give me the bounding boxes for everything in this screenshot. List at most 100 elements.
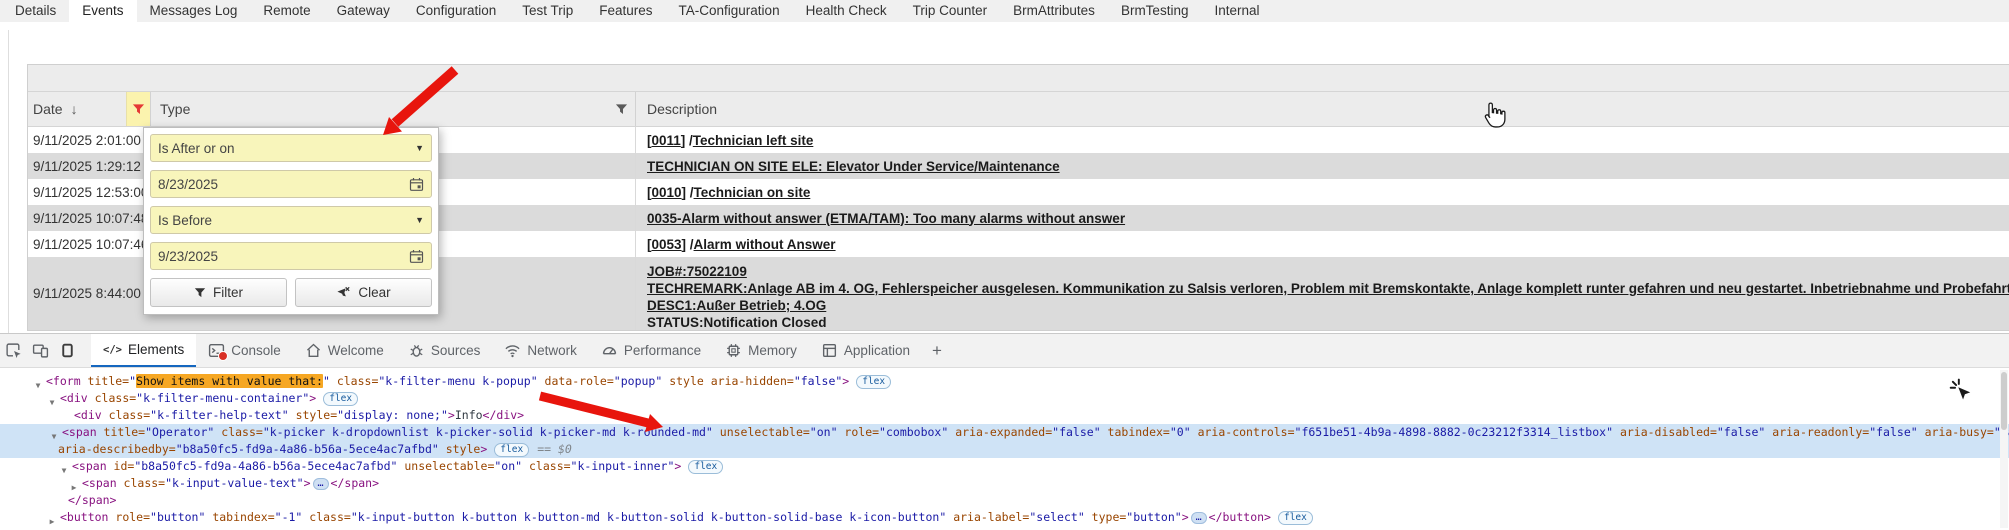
description-link[interactable]: 0035-Alarm without answer (ETMA/TAM): To… bbox=[647, 211, 1125, 226]
flex-badge[interactable]: flex bbox=[323, 392, 358, 406]
code-token: "f651be51-4b9a-4898-8882-0c23212f3314_li… bbox=[1295, 425, 1614, 439]
devtools-code-line[interactable]: ▼<form title="Show items with value that… bbox=[0, 373, 2009, 390]
console-icon bbox=[208, 342, 225, 359]
page-tab-trip-counter[interactable]: Trip Counter bbox=[900, 0, 1001, 22]
chevron-down-icon[interactable]: ▼ bbox=[415, 143, 424, 153]
description-link[interactable]: 0010 bbox=[652, 185, 682, 200]
page-tab-details[interactable]: Details bbox=[2, 0, 69, 22]
page-tab-gateway[interactable]: Gateway bbox=[324, 0, 403, 22]
code-token: class= bbox=[330, 374, 378, 388]
page-tab-configuration[interactable]: Configuration bbox=[403, 0, 509, 22]
calendar-icon[interactable] bbox=[409, 249, 424, 264]
devtools-code-line[interactable]: ▶<button role="button" tabindex="-1" cla… bbox=[0, 509, 2009, 526]
filter-button[interactable]: Filter bbox=[150, 278, 287, 307]
inline-expand-button[interactable]: … bbox=[1191, 512, 1207, 524]
device-emulation-icon[interactable] bbox=[27, 334, 54, 367]
description-link[interactable]: Technician left site bbox=[693, 133, 814, 148]
flex-badge[interactable]: flex bbox=[1278, 511, 1313, 525]
code-token: type= bbox=[1085, 510, 1127, 524]
description-link[interactable]: 0011 bbox=[652, 133, 681, 148]
devtools-code-line[interactable]: ▼<span title="Operator" class="k-picker … bbox=[0, 424, 2009, 441]
devtools-code-line[interactable]: </span> bbox=[0, 492, 2009, 509]
devtools-tab-sources[interactable]: Sources bbox=[396, 334, 493, 367]
devtools-tab-label: Application bbox=[844, 343, 910, 358]
calendar-icon[interactable] bbox=[409, 177, 424, 192]
page-tabstrip: DetailsEventsMessages LogRemoteGatewayCo… bbox=[0, 0, 2009, 22]
clear-button[interactable]: Clear bbox=[295, 278, 432, 307]
description-link[interactable]: 0053 bbox=[652, 237, 682, 252]
code-token: " bbox=[129, 374, 136, 388]
description-link[interactable]: Technician on site bbox=[694, 185, 811, 200]
flex-badge[interactable]: flex bbox=[688, 460, 723, 474]
description-link[interactable]: Alarm without Answer bbox=[694, 237, 836, 252]
page-tab-remote[interactable]: Remote bbox=[250, 0, 323, 22]
expand-arrow-icon[interactable]: ▶ bbox=[46, 513, 58, 530]
code-token: unselectable= bbox=[713, 425, 810, 439]
code-token: class= bbox=[302, 510, 350, 524]
scrollbar-thumb[interactable] bbox=[2001, 372, 2007, 430]
inline-expand-button[interactable]: … bbox=[313, 478, 329, 490]
page-tab-brmattributes[interactable]: BrmAttributes bbox=[1000, 0, 1108, 22]
page-tab-brmtesting[interactable]: BrmTesting bbox=[1108, 0, 1202, 22]
devtools-tab-console[interactable]: Console bbox=[196, 334, 293, 367]
operator1-dropdown[interactable]: Is After or on ▼ bbox=[150, 134, 432, 162]
elements-icon: </> bbox=[103, 344, 122, 356]
column-header-type[interactable]: Type bbox=[151, 92, 636, 126]
operator2-dropdown[interactable]: Is Before ▼ bbox=[150, 206, 432, 234]
devtools-tab-network[interactable]: Network bbox=[492, 334, 589, 367]
devtools-code-line[interactable]: ▶<span class="k-input-value-text">…</spa… bbox=[0, 475, 2009, 492]
page-tab-test-trip[interactable]: Test Trip bbox=[509, 0, 586, 22]
description-link[interactable]: DESC1:Außer Betrieb; 4.OG bbox=[647, 298, 826, 313]
type-filter-icon[interactable] bbox=[615, 92, 628, 126]
devtools-code-line[interactable]: aria-describedby="b8a50fc5-fd9a-4a86-b56… bbox=[0, 441, 2009, 458]
description-text: STATUS:Notification Closed bbox=[647, 315, 827, 330]
page-tab-internal[interactable]: Internal bbox=[1201, 0, 1272, 22]
devtools-tab-memory[interactable]: Memory bbox=[713, 334, 809, 367]
page-tab-messages-log[interactable]: Messages Log bbox=[137, 0, 251, 22]
chevron-down-icon[interactable]: ▼ bbox=[415, 215, 424, 225]
code-token: "button" bbox=[150, 510, 205, 524]
devtools-code-line[interactable]: ▼<span id="b8a50fc5-fd9a-4a86-b56a-5ece4… bbox=[0, 458, 2009, 475]
dock-panel-icon[interactable] bbox=[54, 334, 81, 367]
flex-badge[interactable]: flex bbox=[856, 375, 891, 389]
date-filter-active-icon[interactable] bbox=[126, 92, 150, 126]
code-token: > bbox=[448, 408, 455, 422]
date1-input[interactable]: 8/23/2025 bbox=[150, 170, 432, 198]
inspect-icon[interactable] bbox=[0, 334, 27, 367]
code-token: style bbox=[662, 374, 704, 388]
devtools-scrollbar[interactable] bbox=[2000, 370, 2008, 528]
code-token: class= bbox=[102, 408, 150, 422]
application-icon bbox=[821, 342, 838, 359]
code-token: " bbox=[323, 374, 330, 388]
code-token: <form bbox=[46, 374, 81, 388]
date2-input[interactable]: 9/23/2025 bbox=[150, 242, 432, 270]
code-token: role= bbox=[838, 425, 880, 439]
description-link[interactable]: TECHNICIAN ON SITE ELE: Elevator Under S… bbox=[647, 159, 1060, 174]
devtools-tab-performance[interactable]: Performance bbox=[589, 334, 713, 367]
code-token: > bbox=[480, 442, 487, 456]
description-link[interactable]: JOB#:75022109 bbox=[647, 264, 747, 279]
page-tab-events[interactable]: Events bbox=[69, 0, 136, 22]
devtools-tab-welcome[interactable]: Welcome bbox=[293, 334, 396, 367]
page-tab-health-check[interactable]: Health Check bbox=[793, 0, 900, 22]
column-header-date[interactable]: Date ↓ bbox=[28, 92, 151, 126]
code-token: title= bbox=[81, 374, 129, 388]
devtools-tab-elements[interactable]: </>Elements bbox=[91, 334, 196, 367]
date2-value: 9/23/2025 bbox=[158, 249, 409, 264]
network-icon bbox=[504, 342, 521, 359]
code-token: <span bbox=[82, 476, 117, 490]
page-tab-features[interactable]: Features bbox=[586, 0, 665, 22]
page-tab-ta-configuration[interactable]: TA-Configuration bbox=[666, 0, 793, 22]
more-tabs-button[interactable]: + bbox=[922, 334, 952, 367]
description-link[interactable]: TECHREMARK:Anlage AB im 4. OG, Fehlerspe… bbox=[647, 281, 2009, 296]
devtools-code-line[interactable]: <div class="k-filter-help-text" style="d… bbox=[0, 407, 2009, 424]
cell-description: [0053] / Alarm without Answer bbox=[636, 231, 2009, 257]
devtools-tab-application[interactable]: Application bbox=[809, 334, 922, 367]
flex-badge[interactable]: flex bbox=[494, 443, 529, 457]
devtools-code-line[interactable]: ▼<div class="k-filter-menu-container">fl… bbox=[0, 390, 2009, 407]
code-token: "-1" bbox=[275, 510, 303, 524]
funnel-gray-icon bbox=[615, 103, 628, 116]
cell-description: [0010] / Technician on site bbox=[636, 179, 2009, 205]
column-header-description[interactable]: Description bbox=[636, 92, 2009, 126]
clear-funnel-icon bbox=[336, 286, 351, 300]
